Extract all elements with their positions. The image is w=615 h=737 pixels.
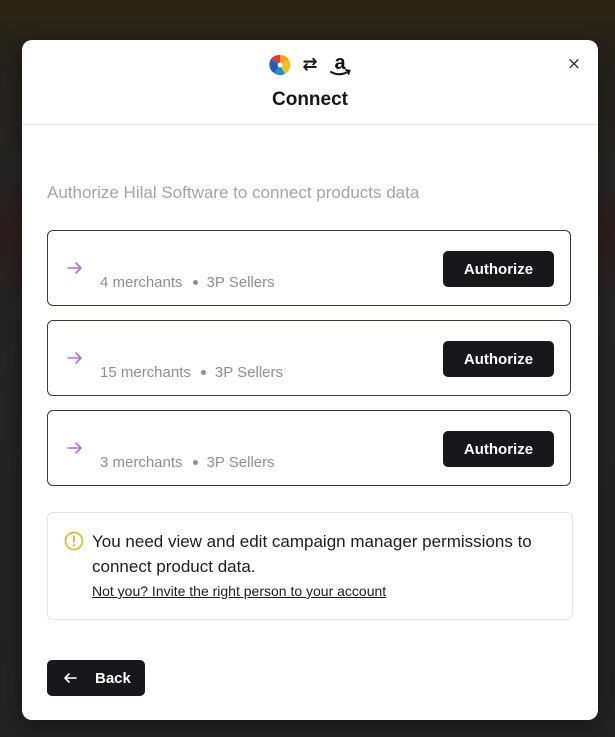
arrow-right-icon: [67, 442, 82, 454]
modal-header: ⇄ a Connect ×: [22, 40, 598, 125]
seller-type: 3P Sellers: [206, 274, 275, 291]
arrow-right-icon: [67, 262, 82, 274]
separator-dot: [192, 280, 198, 285]
merchant-count: 4 merchants: [100, 274, 183, 291]
modal-title: Connect: [272, 89, 348, 110]
separator-dot: [192, 460, 198, 465]
account-meta: 15 merchants 3P Sellers: [100, 364, 283, 381]
invite-person-link[interactable]: Not you? Invite the right person to your…: [92, 583, 386, 599]
merchant-count: 15 merchants: [100, 364, 191, 381]
back-button-label: Back: [95, 669, 131, 687]
permissions-notice: You need view and edit campaign manager …: [47, 512, 573, 620]
authorize-subtitle: Authorize Hilal Software to connect prod…: [47, 183, 420, 202]
seller-type: 3P Sellers: [214, 364, 283, 381]
connect-modal: ⇄ a Connect × Authorize Hilal Software t…: [22, 40, 598, 720]
seller-type: 3P Sellers: [206, 454, 275, 471]
account-card: 15 merchants 3P Sellers Authorize: [47, 320, 571, 396]
authorize-button[interactable]: Authorize: [443, 431, 554, 467]
back-button[interactable]: Back: [47, 660, 145, 696]
arrow-right-icon: [67, 352, 82, 364]
account-meta: 4 merchants 3P Sellers: [100, 274, 275, 291]
authorize-button[interactable]: Authorize: [443, 341, 554, 377]
notice-text: You need view and edit campaign manager …: [92, 532, 532, 576]
swap-arrows-icon: ⇄: [302, 54, 318, 75]
authorize-button[interactable]: Authorize: [443, 251, 554, 287]
amazon-logo: a: [328, 52, 352, 78]
warning-icon: [64, 531, 84, 551]
close-button[interactable]: ×: [564, 54, 584, 74]
partner-app-logo: [268, 53, 292, 77]
account-card: 4 merchants 3P Sellers Authorize: [47, 230, 571, 306]
merchant-count: 3 merchants: [100, 454, 183, 471]
account-meta: 3 merchants 3P Sellers: [100, 454, 275, 471]
logo-row: ⇄ a: [22, 52, 598, 78]
arrow-left-icon: [64, 673, 77, 683]
svg-text:a: a: [334, 52, 346, 74]
account-card: 3 merchants 3P Sellers Authorize: [47, 410, 571, 486]
separator-dot: [200, 370, 206, 375]
